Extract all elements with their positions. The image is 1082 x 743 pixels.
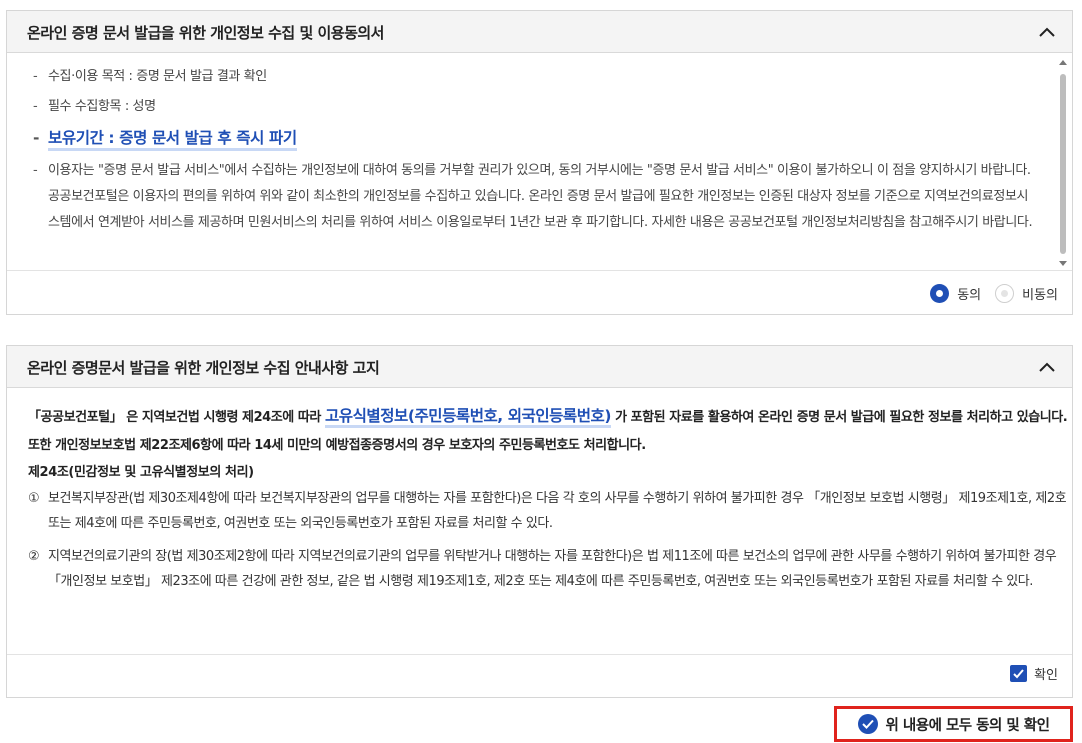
scroll-down-arrow-icon[interactable] [1059, 261, 1067, 266]
required-items-text: 필수 수집항목 : 성명 [48, 99, 156, 114]
list-item: 필수 수집항목 : 성명 [33, 94, 1033, 120]
agree-all-button[interactable]: 위 내용에 모두 동의 및 확인 [834, 706, 1073, 742]
article-text: 보건복지부장관(법 제30조제4항에 따라 보건복지부장관의 업무를 대행하는 … [48, 491, 1067, 531]
notice-intro: 「공공보건포털」 은 지역보건법 시행령 제24조에 따라 고유식별정보(주민등… [28, 402, 1072, 460]
list-item: 이용자는 "증명 문서 발급 서비스"에서 수집하는 개인정보에 대하여 동의를… [33, 158, 1033, 236]
consent-scroll-area[interactable]: 수집·이용 목적 : 증명 문서 발급 결과 확인 필수 수집항목 : 성명 보… [7, 54, 1072, 271]
scrollbar-thumb[interactable] [1060, 74, 1066, 254]
chevron-up-icon[interactable] [1036, 358, 1058, 376]
unique-id-highlight: 고유식별정보(주민등록번호, 외국인등록번호) [324, 407, 611, 428]
radio-unchecked-icon[interactable] [995, 283, 1015, 303]
list-item: 보유기간 : 증명 문서 발급 후 즉시 파기 [33, 124, 1033, 152]
purpose-text: 수집·이용 목적 : 증명 문서 발급 결과 확인 [48, 69, 267, 84]
consent-radio-group: 동의 비동의 [916, 281, 1058, 305]
article-number: ① [28, 491, 40, 506]
intro-text-pre: 「공공보건포털」 은 지역보건법 시행령 제24조에 따라 [28, 410, 325, 425]
notice-panel-header[interactable]: 온라인 증명문서 발급을 위한 개인정보 수집 안내사항 고지 [7, 346, 1072, 388]
list-item: 수집·이용 목적 : 증명 문서 발급 결과 확인 [33, 64, 1033, 90]
radio-agree-label[interactable]: 동의 [957, 284, 981, 303]
article-title: 제24조(민감정보 및 고유식별정보의 처리) [28, 465, 254, 480]
refusal-right-text: 이용자는 "증명 문서 발급 서비스"에서 수집하는 개인정보에 대하여 동의를… [48, 163, 1033, 230]
radio-agree[interactable]: 동의 [930, 283, 981, 303]
chevron-up-icon[interactable] [1036, 23, 1058, 41]
radio-disagree-label[interactable]: 비동의 [1022, 284, 1058, 303]
check-circle-icon [857, 714, 878, 734]
consent-panel-title: 온라인 증명 문서 발급을 위한 개인정보 수집 및 이용동의서 [27, 24, 384, 42]
checkbox-checked-icon[interactable] [1010, 665, 1028, 682]
notice-body: 「공공보건포털」 은 지역보건법 시행령 제24조에 따라 고유식별정보(주민등… [7, 389, 1072, 655]
radio-checked-icon[interactable] [930, 283, 950, 303]
confirm-label[interactable]: 확인 [1034, 664, 1058, 683]
article-number: ② [28, 549, 40, 564]
confirm-checkbox[interactable]: 확인 [1010, 664, 1058, 683]
radio-disagree[interactable]: 비동의 [995, 283, 1058, 303]
agree-all-label[interactable]: 위 내용에 모두 동의 및 확인 [886, 714, 1050, 735]
consent-list: 수집·이용 목적 : 증명 문서 발급 결과 확인 필수 수집항목 : 성명 보… [33, 64, 1033, 240]
consent-panel: 온라인 증명 문서 발급을 위한 개인정보 수집 및 이용동의서 수집·이용 목… [6, 10, 1073, 315]
retention-period-text: 보유기간 : 증명 문서 발급 후 즉시 파기 [48, 129, 297, 151]
consent-panel-header[interactable]: 온라인 증명 문서 발급을 위한 개인정보 수집 및 이용동의서 [7, 11, 1072, 53]
article-item: ① 보건복지부장관(법 제30조제4항에 따라 보건복지부장관의 업무를 대행하… [28, 486, 1072, 536]
scroll-up-arrow-icon[interactable] [1059, 60, 1067, 65]
vertical-scrollbar[interactable] [1058, 60, 1068, 266]
notice-panel: 온라인 증명문서 발급을 위한 개인정보 수집 안내사항 고지 「공공보건포털」… [6, 345, 1073, 698]
notice-panel-title: 온라인 증명문서 발급을 위한 개인정보 수집 안내사항 고지 [27, 359, 380, 377]
article-text: 지역보건의료기관의 장(법 제30조제2항에 따라 지역보건의료기관의 업무를 … [48, 549, 1057, 589]
article-item: ② 지역보건의료기관의 장(법 제30조제2항에 따라 지역보건의료기관의 업무… [28, 544, 1072, 594]
